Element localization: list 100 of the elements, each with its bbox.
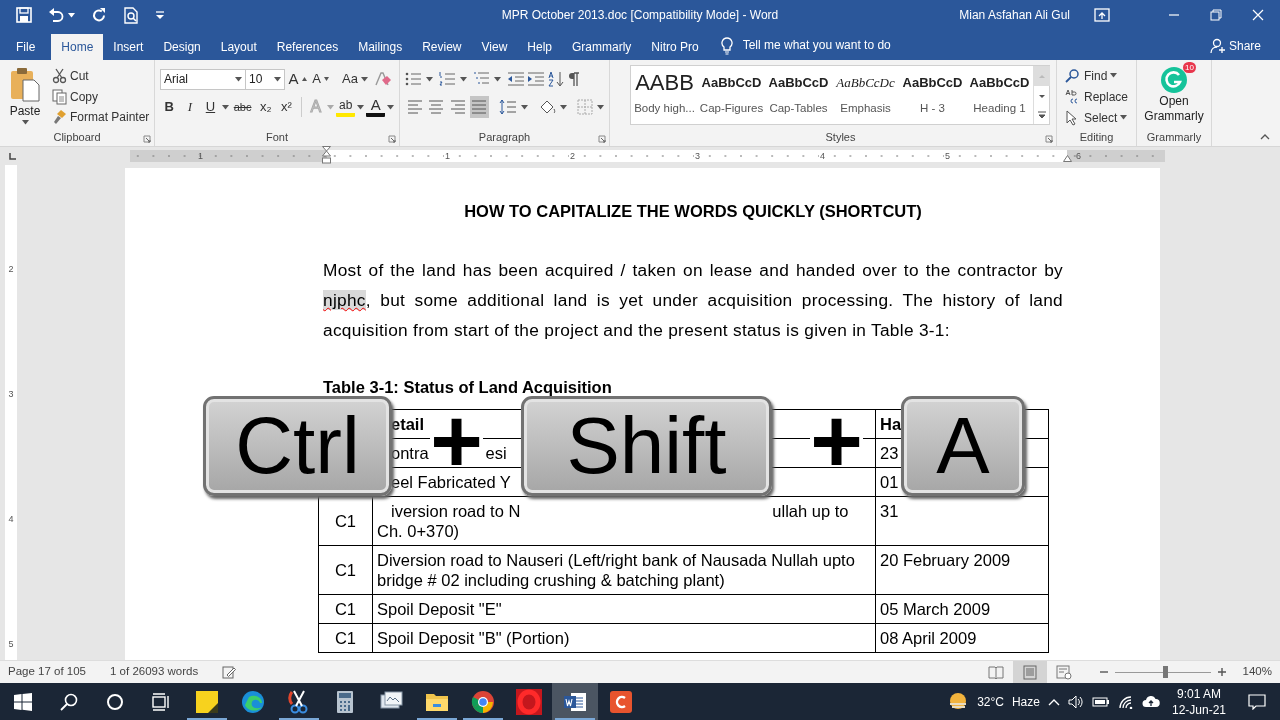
dialog-launcher-icon[interactable] bbox=[143, 135, 151, 143]
line-spacing-icon[interactable] bbox=[499, 99, 517, 115]
sort-icon[interactable] bbox=[547, 71, 565, 87]
caret-icon[interactable] bbox=[1110, 73, 1118, 78]
dialog-launcher-icon[interactable] bbox=[598, 135, 606, 143]
clipboard-icon bbox=[9, 66, 41, 102]
caret-icon[interactable] bbox=[521, 104, 528, 110]
bold-button[interactable]: B bbox=[160, 96, 179, 118]
ribbon-tab[interactable]: Insert bbox=[103, 34, 154, 60]
replace-button[interactable]: Replace bbox=[1062, 86, 1131, 107]
highlight-button[interactable]: ab bbox=[336, 97, 356, 117]
restore-icon[interactable] bbox=[1210, 9, 1222, 21]
style-item[interactable]: AaBbCcD Cap-Figures bbox=[698, 66, 765, 124]
underline-button[interactable]: U bbox=[201, 96, 220, 118]
increase-indent-icon[interactable] bbox=[527, 71, 545, 87]
copy-button[interactable]: Copy bbox=[49, 87, 153, 107]
zoom-level[interactable]: 140% bbox=[1242, 663, 1272, 681]
align-justify-button[interactable] bbox=[469, 96, 489, 118]
customize-icon[interactable] bbox=[155, 10, 165, 20]
caret-icon[interactable] bbox=[274, 76, 281, 82]
bullets-icon[interactable] bbox=[405, 71, 422, 87]
search-field[interactable]: Tell me what you want to do bbox=[740, 32, 961, 58]
style-item[interactable]: AaBbCcD Heading 1 bbox=[966, 66, 1033, 124]
font-name-field[interactable]: Arial bbox=[160, 68, 246, 90]
strikethrough-button[interactable]: abc bbox=[230, 96, 255, 118]
right-indent-marker-icon[interactable] bbox=[1063, 155, 1072, 162]
style-item[interactable]: AaBbCcD H - 3 bbox=[899, 66, 966, 124]
ribbon-tab[interactable]: Layout bbox=[210, 34, 267, 60]
style-item[interactable]: AaBbCcD Cap-Tables bbox=[765, 66, 832, 124]
caret-icon[interactable] bbox=[387, 104, 394, 110]
zoom-in-icon[interactable] bbox=[1216, 667, 1227, 677]
dialog-launcher-icon[interactable] bbox=[388, 135, 396, 143]
font-size-field[interactable]: 10 bbox=[245, 68, 285, 90]
ribbon-tab[interactable]: File bbox=[6, 34, 46, 60]
share-button[interactable]: Share bbox=[1206, 36, 1264, 56]
clock[interactable]: 9:01 AM 12-Jun-21 bbox=[1171, 685, 1226, 718]
web-layout-icon bbox=[1055, 664, 1072, 680]
ribbon-tab[interactable]: View bbox=[471, 34, 518, 60]
weather-condition: Haze bbox=[1011, 693, 1040, 711]
caret-icon[interactable] bbox=[460, 76, 467, 82]
ribbon-tab[interactable]: References bbox=[266, 34, 349, 60]
clear-formatting-icon[interactable] bbox=[372, 70, 391, 88]
caret-icon[interactable] bbox=[357, 104, 365, 110]
battery-icon[interactable] bbox=[1091, 696, 1110, 707]
find-button[interactable]: Find bbox=[1062, 65, 1131, 86]
cloud-upload-icon[interactable] bbox=[1141, 695, 1160, 708]
grow-font-button[interactable]: A bbox=[287, 68, 308, 90]
close-icon[interactable] bbox=[1252, 9, 1264, 21]
notifications-icon[interactable] bbox=[1248, 693, 1266, 710]
save-icon[interactable] bbox=[16, 7, 32, 23]
tab-selector-icon[interactable] bbox=[8, 151, 17, 161]
ribbon-tab[interactable]: Mailings bbox=[348, 34, 413, 60]
caret-icon[interactable] bbox=[426, 76, 433, 82]
italic-button[interactable]: I bbox=[180, 96, 200, 118]
proofing-icon[interactable] bbox=[222, 665, 237, 679]
undo-icon[interactable] bbox=[48, 7, 64, 23]
multilevel-list-icon[interactable] bbox=[473, 71, 490, 87]
style-item[interactable]: AABB Body high... bbox=[631, 66, 698, 124]
redo-icon[interactable] bbox=[91, 7, 107, 23]
dialog-launcher-icon[interactable] bbox=[1045, 135, 1053, 143]
select-button[interactable]: Select bbox=[1062, 107, 1131, 128]
caret-icon[interactable] bbox=[21, 120, 29, 125]
indent-marker-icon[interactable] bbox=[322, 146, 331, 164]
speaker-icon[interactable] bbox=[1067, 694, 1084, 709]
style-item[interactable]: AaBbCcDc Emphasis bbox=[832, 66, 899, 124]
caret-icon[interactable] bbox=[221, 104, 229, 110]
painter-button[interactable]: Format Painter bbox=[49, 107, 153, 127]
font-color-button[interactable]: A bbox=[366, 97, 385, 117]
group-label: Grammarly bbox=[1145, 130, 1203, 145]
superscript-button[interactable]: x² bbox=[277, 96, 296, 118]
caret-icon[interactable] bbox=[560, 104, 567, 110]
print-preview-icon[interactable] bbox=[123, 6, 139, 24]
ribbon-tab[interactable]: Grammarly bbox=[562, 34, 642, 60]
ribbon-tab[interactable]: Home bbox=[51, 34, 104, 60]
decrease-indent-icon[interactable] bbox=[507, 71, 525, 87]
ribbon-tab[interactable]: Nitro Pro bbox=[641, 34, 709, 60]
ruler-number: 1 bbox=[198, 151, 203, 161]
ribbon-display-icon[interactable] bbox=[1094, 8, 1110, 22]
caret-icon[interactable] bbox=[68, 12, 75, 18]
collapse-ribbon-icon[interactable] bbox=[1260, 134, 1270, 140]
caret-icon[interactable] bbox=[360, 76, 368, 82]
subscript-button[interactable]: x₂ bbox=[256, 96, 276, 118]
caret-icon[interactable] bbox=[597, 104, 604, 110]
pilcrow-icon[interactable] bbox=[567, 71, 581, 87]
paint-bucket-icon[interactable] bbox=[538, 99, 556, 115]
cut-button[interactable]: Cut bbox=[49, 65, 153, 87]
caret-icon[interactable] bbox=[494, 76, 501, 82]
wifi-icon[interactable] bbox=[1117, 694, 1134, 709]
grammarly-button[interactable]: 10 Open Grammarly bbox=[1142, 62, 1206, 130]
taskbar-app[interactable] bbox=[552, 683, 598, 720]
ribbon-tab[interactable]: Help bbox=[517, 34, 562, 60]
change-case-button[interactable]: Aa bbox=[339, 68, 371, 90]
ribbon-tab[interactable]: Design bbox=[153, 34, 211, 60]
shrink-font-button[interactable]: A bbox=[310, 68, 331, 90]
caret-icon[interactable] bbox=[1120, 115, 1128, 120]
slider-thumb[interactable] bbox=[1163, 666, 1169, 678]
chevron-up-icon[interactable] bbox=[1047, 697, 1060, 706]
paste-button[interactable]: Paste bbox=[5, 62, 45, 130]
caret-icon[interactable] bbox=[235, 76, 242, 82]
ribbon-tab[interactable]: Review bbox=[412, 34, 472, 60]
